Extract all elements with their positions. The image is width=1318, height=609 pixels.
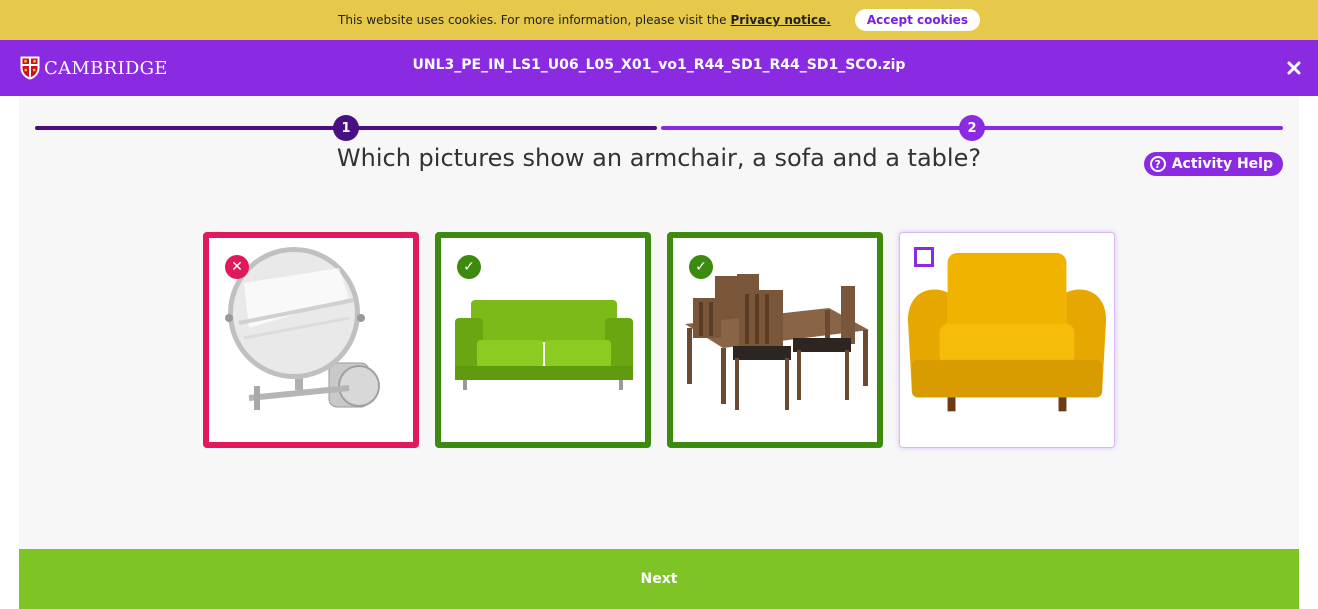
answer-card-sofa[interactable]: ✓ <box>435 232 651 448</box>
answer-card-table[interactable]: ✓ <box>667 232 883 448</box>
close-icon[interactable] <box>1284 58 1304 78</box>
step-1-indicator[interactable]: 1 <box>333 115 359 141</box>
activity-help-label: Activity Help <box>1171 156 1273 172</box>
cookie-banner: This website uses cookies. For more info… <box>0 0 1318 40</box>
app-header: CAMBRIDGE UNL3_PE_IN_LS1_U06_L05_X01_vo1… <box>0 40 1318 96</box>
answer-card-mirror[interactable]: ✕ <box>203 232 419 448</box>
next-button[interactable]: Next <box>19 549 1299 609</box>
help-icon: ? <box>1149 156 1166 172</box>
check-icon: ✓ <box>689 255 713 279</box>
cookie-message: This website uses cookies. For more info… <box>338 13 727 27</box>
file-title: UNL3_PE_IN_LS1_U06_L05_X01_vo1_R44_SD1_R… <box>412 57 906 73</box>
privacy-notice-link[interactable]: Privacy notice. <box>731 13 831 27</box>
activity-panel: 1 2 Which pictures show an armchair, a s… <box>19 96 1299 549</box>
checkbox-icon[interactable] <box>914 247 934 267</box>
check-icon: ✓ <box>457 255 481 279</box>
answer-card-armchair[interactable] <box>899 232 1115 448</box>
accept-cookies-button[interactable]: Accept cookies <box>854 9 980 31</box>
step-2-indicator[interactable]: 2 <box>959 115 985 141</box>
progress-bar: 1 2 <box>35 115 1283 141</box>
activity-help-button[interactable]: ? Activity Help <box>1143 152 1283 176</box>
question-text: Which pictures show an armchair, a sofa … <box>336 144 982 172</box>
cross-icon: ✕ <box>225 255 249 279</box>
